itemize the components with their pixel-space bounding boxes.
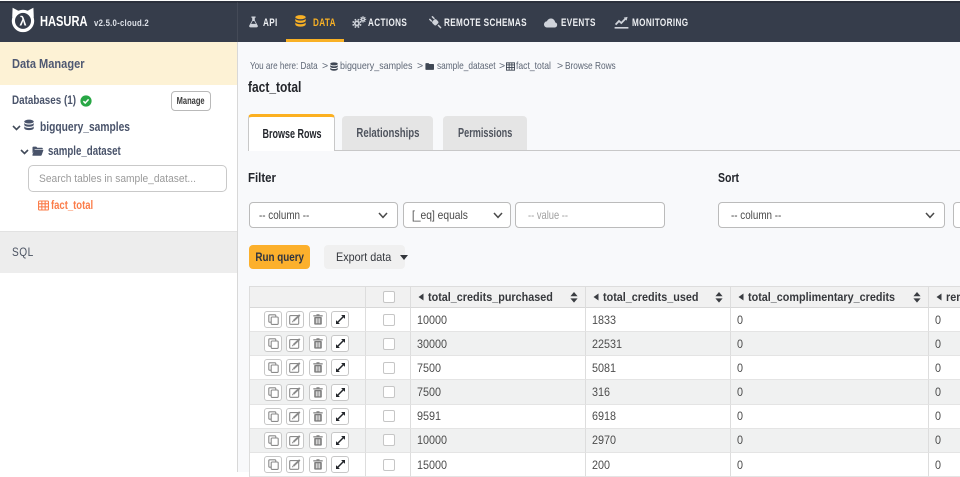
svg-text:λ: λ [20, 15, 27, 29]
